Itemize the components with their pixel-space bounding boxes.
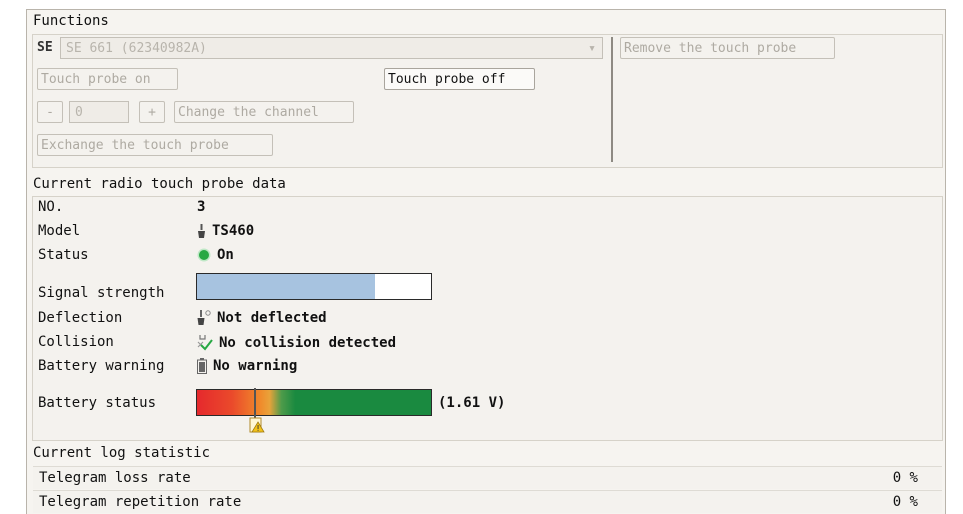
signal-strength-bar [196, 273, 432, 300]
model-label: Model [38, 223, 81, 239]
log-title: Current log statistic [33, 445, 211, 461]
table-row: Telegram loss rate 0 % [33, 466, 942, 489]
battery-status-bar [196, 388, 432, 422]
change-channel-button[interactable]: Change the channel [174, 101, 354, 123]
touch-probe-off-button[interactable]: Touch probe off [384, 68, 535, 90]
collision-label: Collision [38, 334, 114, 350]
chevron-down-icon[interactable]: ▾ [588, 38, 596, 60]
main-window: Functions SE SE 661 (62340982A) ▾ Touch … [26, 9, 946, 514]
battery-icon [197, 358, 207, 374]
collision-value-text: No collision detected [219, 334, 397, 351]
battery-voltage: (1.61 V) [438, 395, 505, 411]
probe-data-panel: NO. 3 Model TS460 Status On Signal stren… [32, 196, 943, 441]
collision-icon [197, 335, 213, 351]
table-row: Telegram repetition rate 0 % [33, 490, 942, 513]
battery-voltage-text: (1.61 V) [438, 395, 506, 411]
deflection-icon [197, 310, 211, 325]
probe-data-title: Current radio touch probe data [33, 176, 286, 192]
signal-strength-fill [197, 274, 375, 299]
channel-increment-button[interactable]: + [139, 101, 165, 123]
battery-warning-value: No warning [197, 358, 297, 374]
battery-status-label: Battery status [38, 395, 157, 411]
touch-probe-on-button[interactable]: Touch probe on [37, 68, 178, 90]
telegram-loss-label: Telegram loss rate [39, 470, 191, 486]
no-value: 3 [197, 199, 205, 215]
se-select[interactable]: SE 661 (62340982A) ▾ [60, 37, 603, 59]
channel-input[interactable]: 0 [69, 101, 129, 123]
remove-probe-button[interactable]: Remove the touch probe [620, 37, 835, 59]
status-value: On [197, 247, 234, 263]
battery-warning-value-text: No warning [213, 358, 298, 374]
no-label: NO. [38, 199, 64, 215]
functions-panel: SE SE 661 (62340982A) ▾ Touch probe on T… [32, 34, 943, 168]
functions-title: Functions [33, 13, 109, 29]
signal-strength-label: Signal strength [38, 285, 165, 301]
probe-icon [198, 223, 205, 238]
warning-marker-icon [249, 417, 265, 433]
channel-decrement-button[interactable]: - [37, 101, 63, 123]
model-value-text: TS460 [212, 223, 255, 239]
deflection-label: Deflection [38, 310, 123, 326]
status-dot-icon [197, 248, 211, 262]
model-value: TS460 [197, 223, 254, 239]
telegram-repetition-label: Telegram repetition rate [39, 494, 242, 510]
status-value-text: On [217, 247, 234, 263]
se-select-value: SE 661 (62340982A) [66, 41, 207, 56]
deflection-value: Not deflected [197, 310, 327, 326]
telegram-loss-value: 0 % [892, 470, 918, 486]
status-label: Status [38, 247, 89, 263]
vertical-divider [611, 37, 613, 162]
collision-value: No collision detected [197, 334, 396, 351]
no-value-text: 3 [197, 199, 206, 215]
deflection-value-text: Not deflected [217, 310, 327, 326]
exchange-probe-button[interactable]: Exchange the touch probe [37, 134, 273, 156]
battery-warning-label: Battery warning [38, 358, 165, 374]
telegram-repetition-value: 0 % [892, 494, 918, 510]
se-label: SE [37, 40, 53, 55]
